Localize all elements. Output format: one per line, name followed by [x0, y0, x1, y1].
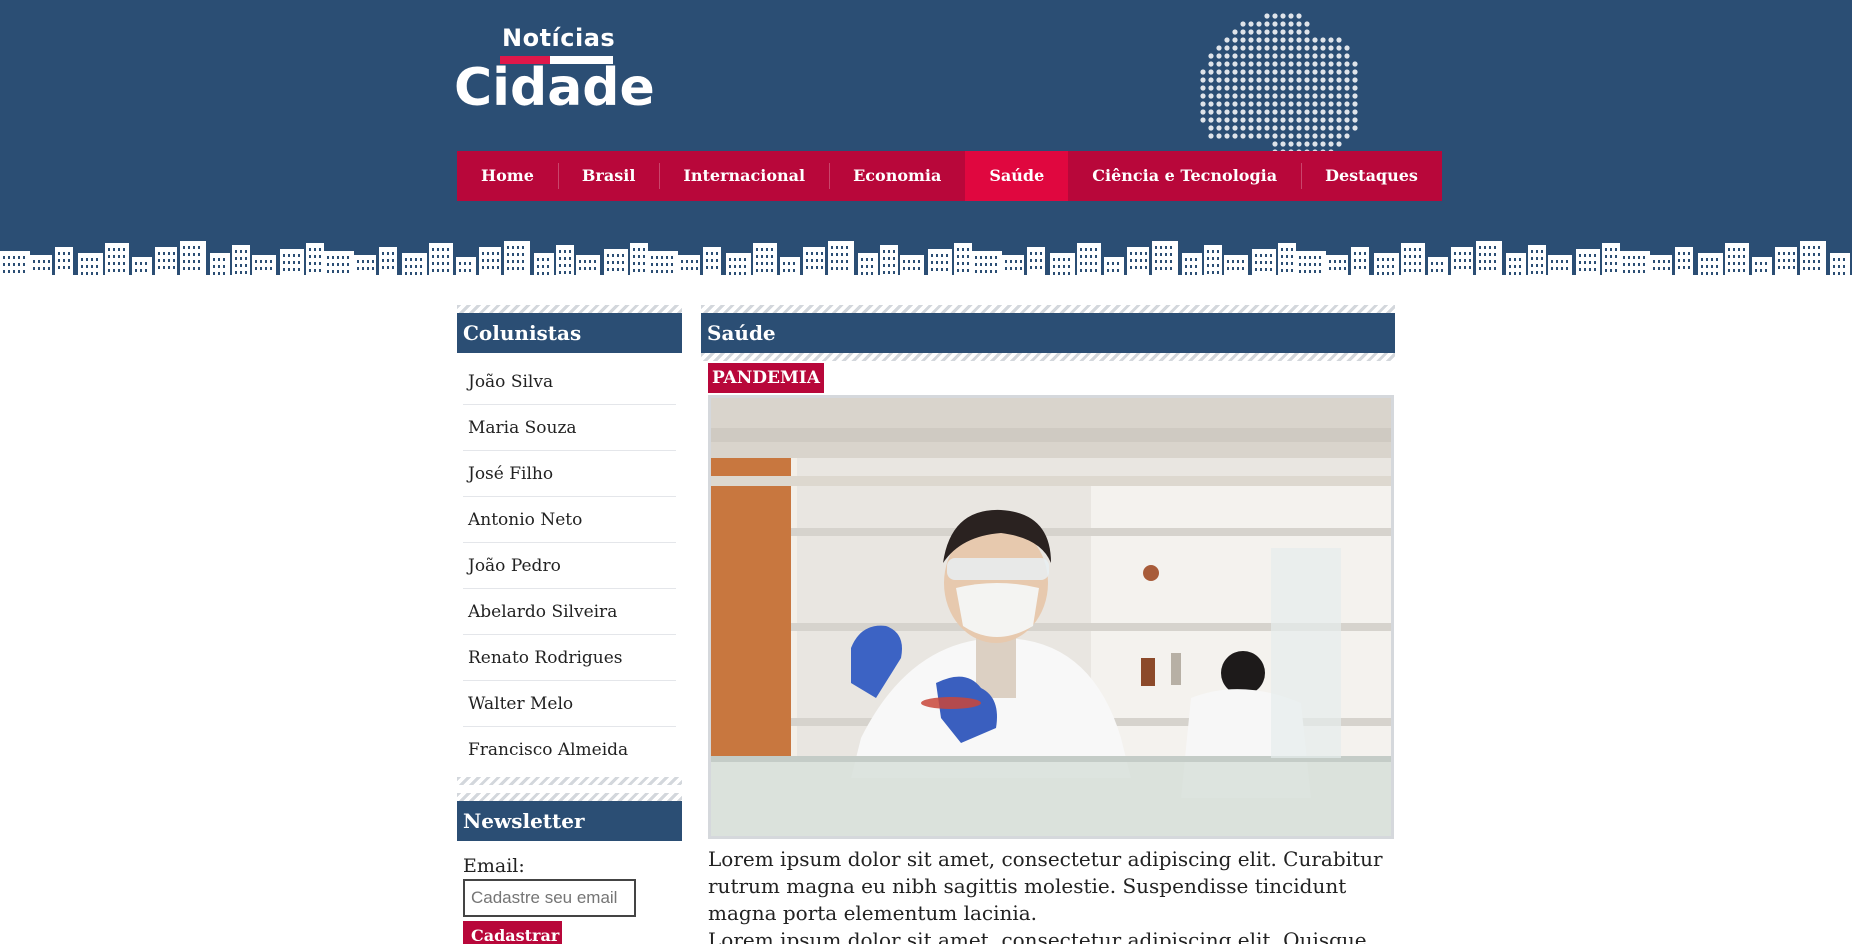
columnist-link[interactable]: Francisco Almeida — [463, 727, 676, 773]
newsletter-form: Email: Cadastrar — [457, 841, 682, 944]
divider-stripe — [457, 793, 682, 801]
columnist-link[interactable]: Abelardo Silveira — [463, 589, 676, 635]
columnist-link[interactable]: Antonio Neto — [463, 497, 676, 543]
columnist-link[interactable]: Walter Melo — [463, 681, 676, 727]
article-photo[interactable] — [708, 395, 1394, 839]
nav-item-destaques[interactable]: Destaques — [1301, 151, 1442, 201]
article-body: Lorem ipsum dolor sit amet, consectetur … — [708, 846, 1394, 944]
email-field[interactable] — [463, 879, 636, 917]
columnist-link[interactable]: João Silva — [463, 359, 676, 405]
logo-main-text: Cidade — [454, 58, 655, 118]
columnist-link[interactable]: Maria Souza — [463, 405, 676, 451]
divider-stripe — [701, 305, 1395, 313]
article-paragraph: Lorem ipsum dolor sit amet, consectetur … — [708, 928, 1367, 944]
sidebar: Colunistas João Silva Maria Souza José F… — [457, 305, 682, 944]
site-logo[interactable]: Notícias Cidade — [454, 24, 657, 124]
article-paragraph: Lorem ipsum dolor sit amet, consectetur … — [708, 847, 1383, 925]
category-tag[interactable]: PANDEMIA — [708, 363, 824, 393]
nav-item-home[interactable]: Home — [457, 151, 558, 201]
section-title: Saúde — [701, 313, 1395, 353]
nav-item-saude[interactable]: Saúde — [965, 151, 1069, 201]
columnist-link[interactable]: Renato Rodrigues — [463, 635, 676, 681]
divider-stripe — [457, 305, 682, 313]
nav-item-ciencia-tecnologia[interactable]: Ciência e Tecnologia — [1068, 151, 1301, 201]
subscribe-button[interactable]: Cadastrar — [463, 921, 562, 944]
logo-top-text: Notícias — [502, 24, 616, 52]
main-nav: Home Brasil Internacional Economia Saúde… — [457, 151, 1442, 201]
nav-item-brasil[interactable]: Brasil — [557, 151, 659, 201]
divider-stripe — [701, 353, 1395, 361]
main-content: Saúde PANDEMIA Lorem ipsum dolor sit ame… — [701, 305, 1395, 944]
nav-item-economia[interactable]: Economia — [829, 151, 965, 201]
email-label: Email: — [463, 855, 525, 877]
divider-stripe — [457, 777, 682, 785]
columnist-link[interactable]: João Pedro — [463, 543, 676, 589]
nav-item-internacional[interactable]: Internacional — [659, 151, 829, 201]
columnists-list: João Silva Maria Souza José Filho Antoni… — [457, 353, 682, 777]
site-header: Notícias Cidade Home Brasil Internaciona… — [0, 0, 1852, 290]
newsletter-title: Newsletter — [457, 801, 682, 841]
city-skyline-graphic — [0, 241, 1852, 290]
columnists-title: Colunistas — [457, 313, 682, 353]
newsletter-box: Newsletter Email: Cadastrar — [457, 793, 682, 944]
columnist-link[interactable]: José Filho — [463, 451, 676, 497]
lab-scientist-image — [711, 398, 1391, 836]
